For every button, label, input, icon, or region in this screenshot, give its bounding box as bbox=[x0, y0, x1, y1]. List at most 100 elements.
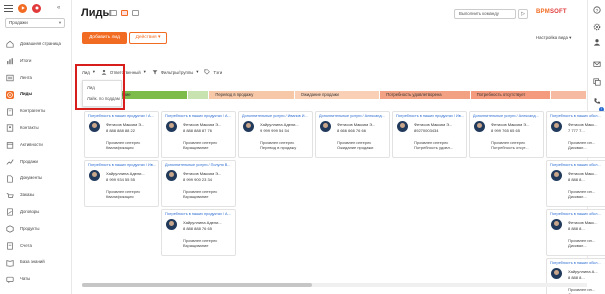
sidebar-item-label: Счета bbox=[20, 242, 32, 248]
svg-text:?: ? bbox=[596, 8, 599, 14]
card-title-link[interactable]: Потребность в наших обсл... bbox=[550, 212, 605, 216]
board-column: Потребность в наших обсл... Фетисов Макс.… bbox=[546, 111, 605, 294]
sidebar-item-products[interactable]: Продукты bbox=[0, 221, 72, 238]
card-title-link[interactable]: Потребность в наших обсл... bbox=[550, 261, 605, 265]
card-phone: 8 888 888 88 22 bbox=[106, 128, 135, 133]
invoices-icon bbox=[6, 242, 14, 250]
card-phone: 8 999 900 23 34 bbox=[183, 177, 212, 182]
sidebar-item-leads[interactable]: Лиды bbox=[0, 86, 72, 103]
email-icon[interactable] bbox=[593, 60, 601, 68]
tags-button[interactable]: Тэги bbox=[204, 69, 222, 75]
avatar bbox=[89, 170, 100, 181]
dashboard-view-icon[interactable] bbox=[132, 10, 139, 16]
collapse-sidebar-icon[interactable]: « bbox=[57, 5, 60, 11]
card-title-link[interactable]: Потребность в наших продуктах / Ив... bbox=[396, 114, 464, 118]
card-title-link[interactable]: Дополнительные услуги / Полуля В... bbox=[165, 163, 233, 167]
lead-card[interactable]: Потребность в наших продуктах / А... Фети… bbox=[161, 111, 236, 158]
sidebar-item-feed[interactable]: Лента bbox=[0, 70, 72, 87]
gear-icon[interactable] bbox=[593, 23, 601, 31]
card-owner: Фетисов Максим Э... bbox=[183, 122, 222, 127]
avatar bbox=[166, 219, 177, 230]
menu-icon[interactable] bbox=[4, 4, 13, 12]
stage-7[interactable] bbox=[551, 91, 586, 99]
card-title-link[interactable]: Потребность в наших продуктах / А... bbox=[165, 212, 233, 216]
play-icon[interactable] bbox=[18, 3, 27, 13]
sidebar-item-label: Продукты bbox=[20, 225, 40, 231]
card-title-link[interactable]: Потребность в наших обсл... bbox=[550, 114, 605, 118]
left-sidebar: « Продажи ▼ Домашняя страница Итоги Лента Л… bbox=[0, 0, 72, 294]
sidebar-item-label: Договоры bbox=[20, 209, 40, 215]
avatar bbox=[551, 219, 562, 230]
stage-6[interactable]: Потребность отсутствует bbox=[470, 91, 551, 99]
card-owner: Фетисов Макс... bbox=[568, 220, 598, 225]
lead-card[interactable]: Потребность в наших продуктах / Ив... Хай… bbox=[84, 160, 159, 207]
accounts-icon bbox=[6, 108, 14, 116]
run-command-button[interactable]: ▷ bbox=[518, 9, 528, 19]
workspace-select[interactable]: Продажи ▼ bbox=[5, 18, 65, 28]
actions-button[interactable]: Действия ▾ bbox=[129, 32, 167, 44]
lead-card[interactable]: Дополнительные услуги / Александ... Фетис… bbox=[469, 111, 544, 158]
copy-icon[interactable] bbox=[593, 78, 601, 86]
sidebar-item-contacts[interactable]: Контакты bbox=[0, 120, 72, 137]
lead-card[interactable]: Дополнительные услуги / Иванов И... Хайру… bbox=[238, 111, 313, 158]
lead-card[interactable]: Потребность в наших обсл... Фетисов Макс.… bbox=[546, 160, 605, 207]
stage-2[interactable] bbox=[188, 91, 209, 99]
lead-card[interactable]: Потребность в наших продуктах / А... Фети… bbox=[84, 111, 159, 158]
phone-icon[interactable] bbox=[593, 97, 601, 105]
card-title-link[interactable]: Дополнительные услуги / Александ... bbox=[473, 114, 541, 118]
avatar bbox=[166, 170, 177, 181]
card-title-link[interactable]: Дополнительные услуги / Александ... bbox=[319, 114, 387, 118]
record-icon[interactable] bbox=[32, 3, 41, 13]
view-settings-button[interactable]: Настройка вида ▾ bbox=[536, 35, 571, 41]
user-icon[interactable] bbox=[593, 38, 601, 46]
card-stage: Ожидание продажи bbox=[337, 145, 374, 150]
stage-3[interactable]: Перевод в продажу bbox=[209, 91, 294, 99]
sidebar-item-home[interactable]: Домашняя страница bbox=[0, 36, 72, 53]
sidebar-item-sales[interactable]: Продажи bbox=[0, 154, 72, 171]
lead-card[interactable]: Дополнительные услуги / Полуля В... Фетис… bbox=[161, 160, 236, 207]
card-title-link[interactable]: Дополнительные услуги / Иванов И... bbox=[242, 114, 310, 118]
lead-card[interactable]: Потребность в наших продуктах / Ив... Фет… bbox=[392, 111, 467, 158]
card-title-link[interactable]: Потребность в наших продуктах / А... bbox=[165, 114, 233, 118]
lead-card[interactable]: Дополнительные услуги / Александ... Фетис… bbox=[315, 111, 390, 158]
sidebar-item-chats[interactable]: Чаты bbox=[0, 271, 72, 288]
feed-icon bbox=[6, 74, 14, 82]
sidebar-item-label: База знаний bbox=[20, 259, 45, 265]
stage-4[interactable]: Ожидание продажи bbox=[294, 91, 380, 99]
card-title-link[interactable]: Потребность в наших обсл... bbox=[550, 163, 605, 167]
lead-card[interactable]: Потребность в наших обсл... Фетисов Макс.… bbox=[546, 111, 605, 158]
home-icon bbox=[6, 40, 14, 48]
sidebar-item-knowledge[interactable]: База знаний bbox=[0, 254, 72, 271]
list-view-icon[interactable] bbox=[110, 10, 117, 16]
app-root: « Продажи ▼ Домашняя страница Итоги Лента Л… bbox=[0, 0, 605, 294]
stage-5[interactable]: Потребность удовлетворена bbox=[380, 91, 470, 99]
sidebar-item-label: Продажи bbox=[20, 158, 38, 164]
sidebar-item-invoices[interactable]: Счета bbox=[0, 238, 72, 255]
sidebar-item-documents[interactable]: Документы bbox=[0, 170, 72, 187]
card-stage: Квалификация bbox=[106, 194, 134, 199]
lead-card[interactable]: Потребность в наших обсл... Фетисов Макс.… bbox=[546, 209, 605, 256]
sidebar-item-label: Лиды bbox=[20, 91, 33, 97]
horizontal-scrollbar[interactable] bbox=[82, 283, 587, 287]
sidebar-item-orders[interactable]: Заказы bbox=[0, 187, 72, 204]
chevron-down-icon: ▾ bbox=[196, 69, 199, 74]
card-title-link[interactable]: Потребность в наших продуктах / Ив... bbox=[88, 163, 156, 167]
sidebar-item-label: Лента bbox=[20, 74, 32, 80]
card-owner: Фетисов Макс... bbox=[568, 122, 598, 127]
card-title-link[interactable]: Потребность в наших продуктах / А... bbox=[88, 114, 156, 118]
sidebar-item-contracts[interactable]: Договоры bbox=[0, 204, 72, 221]
command-input[interactable]: Выполнить команду bbox=[454, 9, 516, 19]
sidebar-item-activities[interactable]: Активности bbox=[0, 137, 72, 154]
lead-card[interactable]: Потребность в наших продуктах / А... Хайр… bbox=[161, 209, 236, 256]
avatar bbox=[243, 121, 254, 132]
scrollbar-thumb[interactable] bbox=[82, 283, 312, 287]
contacts-icon bbox=[6, 124, 14, 132]
sidebar-item-accounts[interactable]: Контрагенты bbox=[0, 103, 72, 120]
sidebar-item-chart[interactable]: Итоги bbox=[0, 53, 72, 70]
card-stage: Дисквал... bbox=[568, 145, 587, 150]
help-icon[interactable]: ? bbox=[593, 6, 601, 14]
add-lead-button[interactable]: Добавить лид bbox=[82, 32, 127, 44]
lead-card[interactable]: Потребность в наших обсл... Хайруллина А.… bbox=[546, 258, 605, 294]
filters-groups-button[interactable]: Фильтры/группы ▾ bbox=[152, 69, 199, 75]
board-view-icon[interactable] bbox=[121, 10, 128, 16]
